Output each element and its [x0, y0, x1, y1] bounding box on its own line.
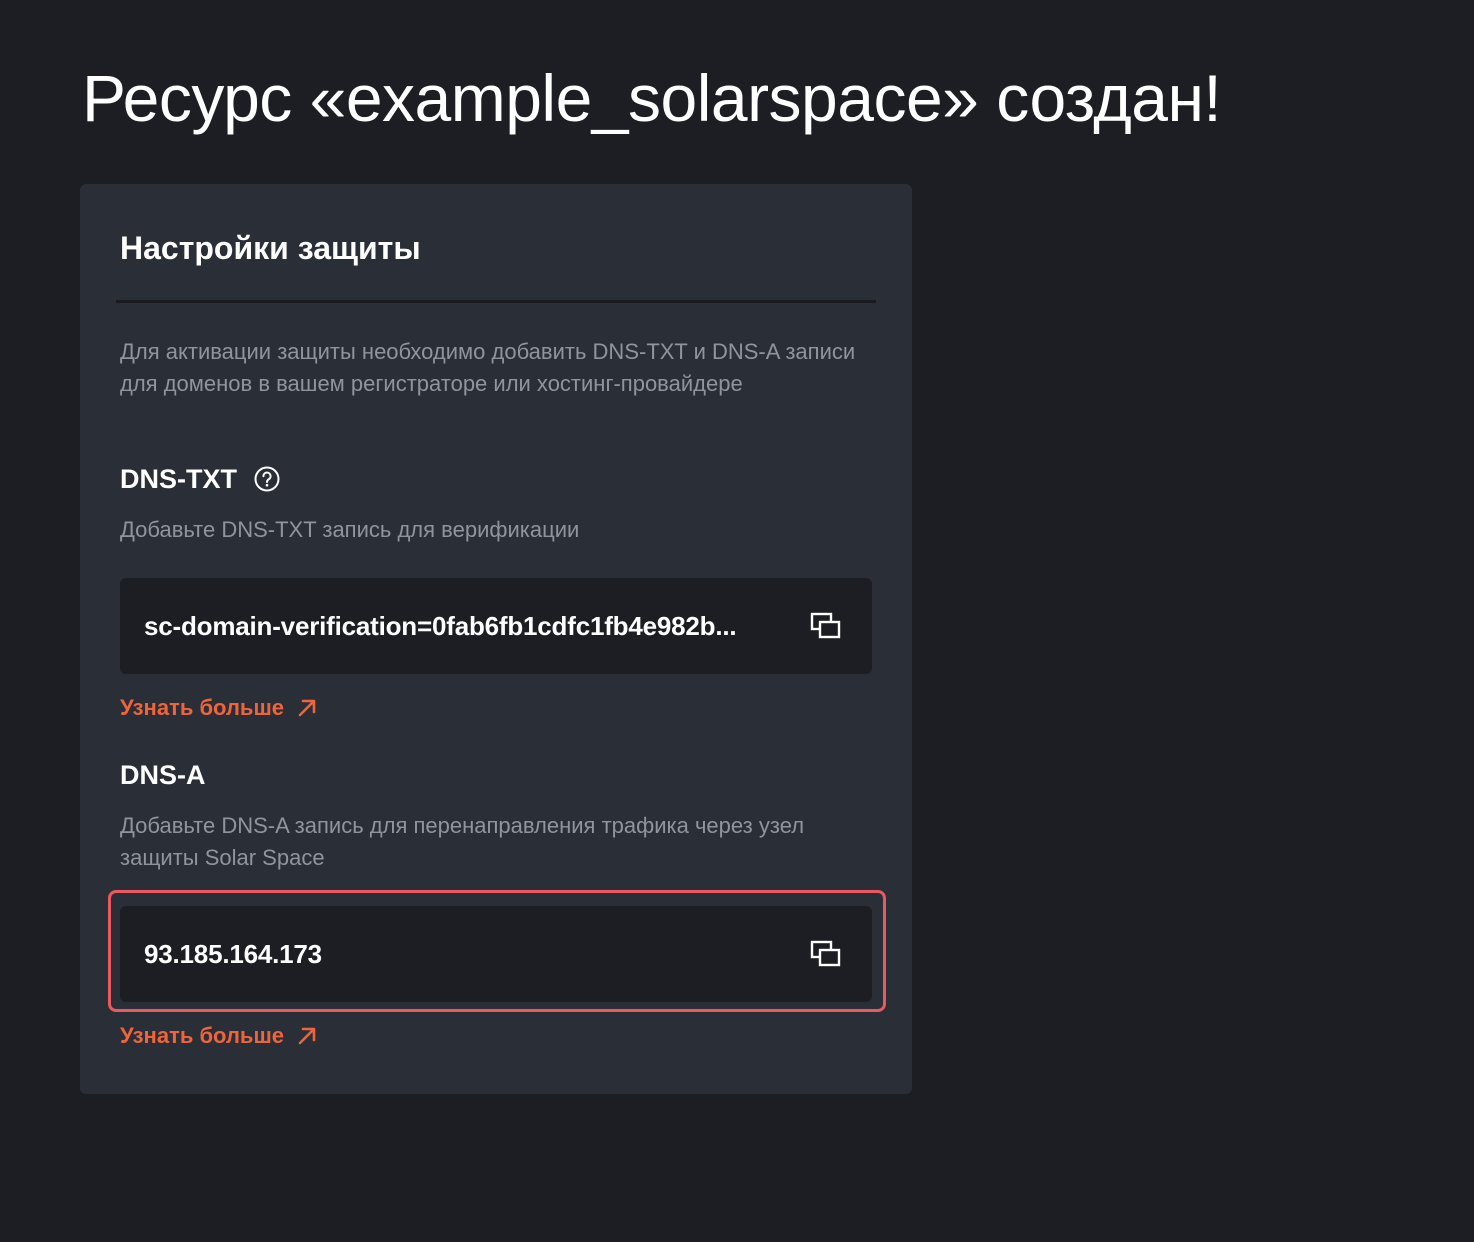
dns-txt-description: Добавьте DNS-TXT запись для верификации [120, 517, 580, 542]
dns-a-title: DNS-A [120, 758, 206, 792]
card-title: Настройки защиты [120, 230, 421, 266]
dns-a-value-field: 93.185.164.173 [120, 906, 872, 1002]
dns-txt-title: DNS-TXT [120, 462, 281, 496]
help-circle-icon[interactable] [253, 465, 281, 493]
arrow-up-right-icon [296, 697, 318, 719]
protection-settings-card: Настройки защиты Для активации защиты не… [80, 184, 912, 1094]
card-divider [116, 300, 876, 303]
dns-txt-value: sc-domain-verification=0fab6fb1cdfc1fb4e… [144, 610, 737, 641]
page-title: Ресурс «example_solarspace» создан! [82, 61, 1222, 135]
intro-text: Для активации защиты необходимо добавить… [120, 339, 856, 396]
dns-txt-learn-more-label: Узнать больше [120, 695, 285, 720]
dns-a-value: 93.185.164.173 [144, 938, 322, 969]
dns-a-learn-more-link[interactable]: Узнать больше [120, 1020, 318, 1052]
copy-icon[interactable] [808, 936, 844, 972]
dns-a-description: Добавьте DNS-A запись для перенаправлени… [120, 813, 805, 870]
dns-txt-learn-more-link[interactable]: Узнать больше [120, 692, 318, 724]
dns-txt-title-label: DNS-TXT [120, 464, 237, 494]
dns-a-title-label: DNS-A [120, 760, 206, 790]
dns-txt-value-field: sc-domain-verification=0fab6fb1cdfc1fb4e… [120, 578, 872, 674]
arrow-up-right-icon [296, 1025, 318, 1047]
dns-a-learn-more-label: Узнать больше [120, 1023, 285, 1048]
copy-icon[interactable] [808, 608, 844, 644]
